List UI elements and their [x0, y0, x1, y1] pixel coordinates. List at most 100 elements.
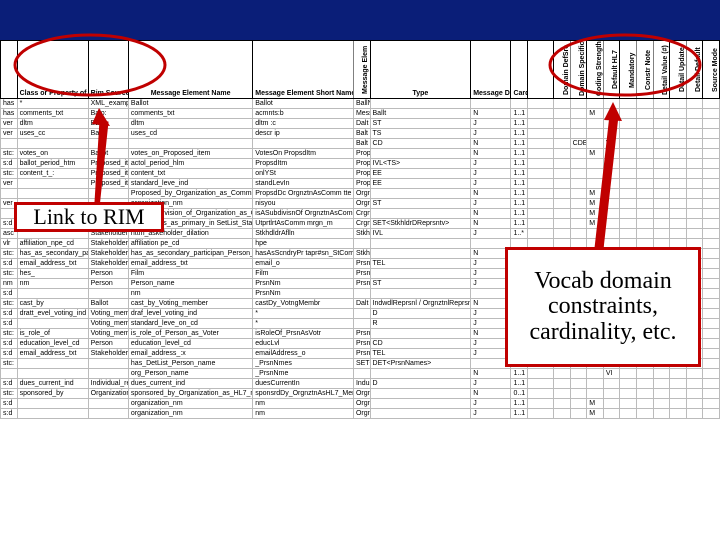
cell	[620, 99, 637, 109]
cell	[620, 119, 637, 129]
cell: org_Person_name	[128, 369, 252, 379]
cell	[528, 409, 554, 419]
cell: sponsrdDy_OrgnztnAsHL7_Membr	[253, 389, 354, 399]
header-row: Class or Property of Class (Attribute or…	[1, 41, 720, 99]
cell: s:d	[1, 409, 18, 419]
cell	[686, 149, 703, 159]
cell: 1..1	[511, 149, 528, 159]
col-default-header: Default HL7	[603, 41, 620, 99]
cell: *	[17, 99, 88, 109]
cell	[528, 219, 554, 229]
cell: Proposed_item	[88, 159, 128, 169]
cell: duesCurrentIn	[253, 379, 354, 389]
cell: has_as_secondary_participan_Person_as_Co…	[128, 249, 252, 259]
cell: 1..1	[511, 129, 528, 139]
cell: onlYSt	[253, 169, 354, 179]
cell	[703, 339, 720, 349]
cell	[703, 249, 720, 259]
cell: Balo:	[88, 109, 128, 119]
cell	[570, 399, 587, 409]
cell	[703, 99, 720, 109]
table-row: s:dorganization_nmnmOrgnzinAsHL7MemberJ1…	[1, 399, 720, 409]
cell	[554, 129, 571, 139]
cell: Film	[253, 269, 354, 279]
cell: educLvl	[253, 339, 354, 349]
col-mandatory-header: Mandatory	[620, 41, 637, 99]
table-row: stc:sponsored_byOrganizational_represent…	[1, 389, 720, 399]
cell	[686, 209, 703, 219]
cell: s:d	[1, 349, 18, 359]
cell	[603, 199, 620, 209]
cell	[636, 189, 653, 199]
col-card-header: Cardinality	[511, 41, 528, 99]
cell	[653, 209, 670, 219]
cell	[570, 369, 587, 379]
cell	[686, 159, 703, 169]
cell	[703, 389, 720, 399]
cell	[620, 219, 637, 229]
cell: organization_nm	[128, 409, 252, 419]
cell: Proposed_item	[88, 179, 128, 189]
cell	[554, 219, 571, 229]
cell	[653, 179, 670, 189]
cell	[528, 229, 554, 239]
cell	[653, 399, 670, 409]
cell	[570, 149, 587, 159]
cell	[528, 119, 554, 129]
cell	[670, 389, 687, 399]
cell	[370, 399, 471, 409]
cell	[653, 199, 670, 209]
cell	[528, 179, 554, 189]
cell	[528, 169, 554, 179]
cell: s:d	[1, 319, 18, 329]
cell: PrsnAsCommtte	[353, 279, 370, 289]
cell	[353, 239, 370, 249]
cell: J	[471, 409, 511, 419]
cell	[88, 289, 128, 299]
table-row: org_Person_name_PrsnNmeN1..1VI	[1, 369, 720, 379]
cell: ST	[370, 119, 471, 129]
cell	[88, 409, 128, 419]
cell: 1..1	[511, 159, 528, 169]
cell: StkhdldrAflln	[253, 229, 354, 239]
cell	[603, 409, 620, 419]
cell: comments_txt	[128, 109, 252, 119]
cell: IVL	[370, 229, 471, 239]
cell	[1, 139, 18, 149]
cell	[587, 379, 604, 389]
cell	[554, 139, 571, 149]
cell: J	[471, 199, 511, 209]
cell: sponsored_by	[17, 389, 88, 399]
cell	[554, 179, 571, 189]
cell	[686, 199, 703, 209]
cell: uses_cd	[128, 129, 252, 139]
cell	[353, 309, 370, 319]
cell	[686, 219, 703, 229]
table-row: BaltCDN1..1CDEVI	[1, 139, 720, 149]
cell: education_level_cd	[128, 339, 252, 349]
table-row: stc:votes_onBallotvotes_on_Proposed_item…	[1, 149, 720, 159]
cell: hes_	[17, 269, 88, 279]
cell: stc:	[1, 359, 18, 369]
cell	[686, 139, 703, 149]
cell	[620, 369, 637, 379]
cell: PrsnNm	[253, 279, 354, 289]
cell	[670, 119, 687, 129]
cell: 1..1	[511, 199, 528, 209]
cell	[587, 389, 604, 399]
cell: SET<StkhldrDReprsntv>	[370, 219, 471, 229]
cell	[554, 149, 571, 159]
cell: s:d	[1, 309, 18, 319]
cell	[686, 129, 703, 139]
cell: stc:	[1, 249, 18, 259]
col-msg-elem-header: Message Elem	[353, 41, 370, 99]
cell: Ballot	[88, 299, 128, 309]
cell	[528, 129, 554, 139]
cell: ST	[370, 199, 471, 209]
cell: Stkhldrdfltn	[353, 229, 370, 239]
cell	[653, 159, 670, 169]
cell	[17, 179, 88, 189]
cell	[620, 179, 637, 189]
cell	[670, 199, 687, 209]
cell: dltm	[17, 119, 88, 129]
